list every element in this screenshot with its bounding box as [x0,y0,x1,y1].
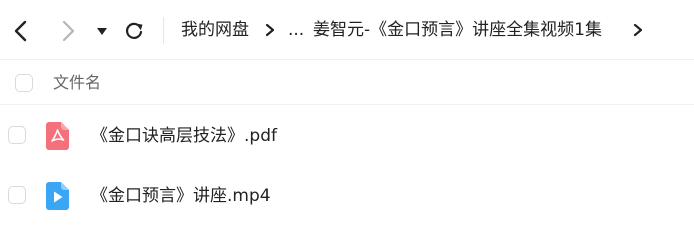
file-checkbox[interactable] [8,186,26,204]
breadcrumb-separator-icon [265,23,275,37]
refresh-icon [126,22,143,39]
chevron-right-icon [62,20,75,42]
toolbar: 我的网盘 ... 姜智元-《金口预言》讲座全集视频1集 [0,0,694,60]
breadcrumb-ellipsis[interactable]: ... [288,18,304,42]
select-all-checkbox[interactable] [15,74,33,92]
file-row[interactable]: 《金口诀高层技法》.pdf [0,106,694,166]
breadcrumb-separator-icon [633,23,643,37]
back-button[interactable] [10,19,32,43]
toolbar-divider [163,17,164,44]
file-list-header: 文件名 [0,61,694,105]
history-dropdown-button[interactable] [95,19,109,43]
refresh-button[interactable] [122,19,146,43]
file-name[interactable]: 《金口预言》讲座.mp4 [91,184,271,208]
chevron-left-icon [14,20,27,42]
file-checkbox[interactable] [8,126,26,144]
file-name[interactable]: 《金口诀高层技法》.pdf [91,124,277,148]
caret-down-icon [97,27,107,35]
forward-button[interactable] [57,19,79,43]
breadcrumb-current: 姜智元-《金口预言》讲座全集视频1集 [313,20,602,40]
column-header-filename[interactable]: 文件名 [53,72,101,94]
breadcrumb-root[interactable]: 我的网盘 [181,18,249,42]
video-file-icon [46,182,69,210]
pdf-file-icon [46,122,69,150]
file-row[interactable]: 《金口预言》讲座.mp4 [0,166,694,226]
